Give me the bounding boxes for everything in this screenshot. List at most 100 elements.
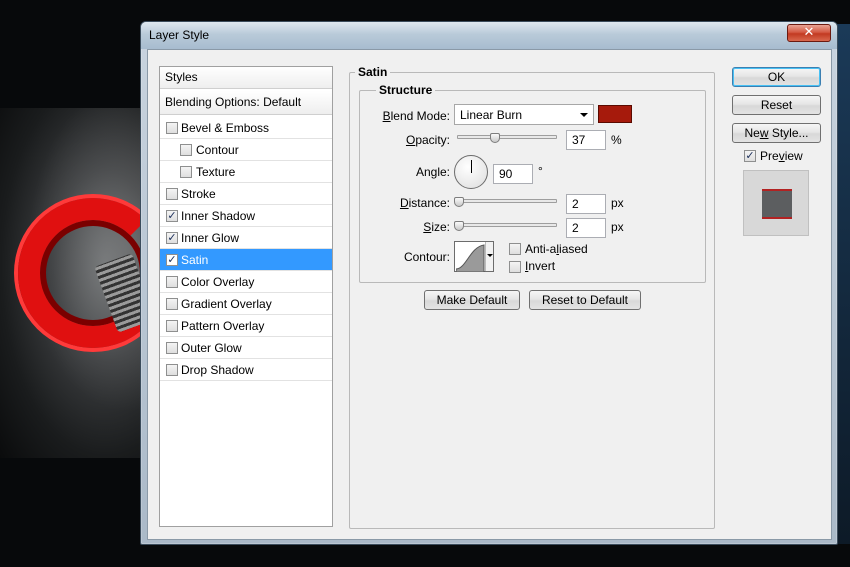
angle-value: 90: [499, 167, 513, 181]
style-item-label: Texture: [196, 165, 236, 179]
distance-slider-thumb[interactable]: [454, 197, 464, 207]
style-item-checkbox[interactable]: [166, 342, 178, 354]
satin-color-swatch[interactable]: [598, 105, 632, 123]
opacity-mnemonic: O: [405, 133, 416, 147]
opacity-unit: %: [611, 133, 622, 147]
size-input[interactable]: 2: [566, 218, 606, 238]
new-style-label-pre: Ne: [744, 126, 760, 140]
angle-needle: [471, 160, 472, 173]
blend-mode-select[interactable]: Linear Burn: [454, 104, 594, 125]
style-item-outer-glow[interactable]: Outer Glow: [160, 337, 332, 359]
distance-slider-track[interactable]: [457, 199, 557, 203]
blending-options-label: Blending Options: Default: [165, 95, 302, 109]
style-item-color-overlay[interactable]: Color Overlay: [160, 271, 332, 293]
style-item-satin[interactable]: ✓ Satin: [160, 249, 332, 271]
style-item-bevel-and-emboss[interactable]: Bevel & Emboss: [160, 117, 332, 139]
style-item-checkbox[interactable]: [166, 122, 178, 134]
style-item-inner-glow[interactable]: ✓ Inner Glow: [160, 227, 332, 249]
size-value: 2: [572, 221, 579, 235]
angle-unit: °: [538, 164, 543, 178]
style-item-label: Color Overlay: [181, 275, 255, 289]
contour-label: Contour:: [403, 250, 450, 264]
size-label: Size:: [368, 220, 450, 234]
ok-button[interactable]: OK: [732, 67, 821, 87]
style-item-checkbox[interactable]: [166, 298, 178, 310]
style-item-checkbox[interactable]: [166, 188, 178, 200]
style-item-gradient-overlay[interactable]: Gradient Overlay: [160, 293, 332, 315]
opacity-slider-thumb[interactable]: [490, 133, 500, 143]
style-item-label: Outer Glow: [181, 341, 242, 355]
preview-label: Preview: [760, 149, 803, 163]
title-bar[interactable]: Layer Style ✕: [141, 22, 837, 49]
style-item-label: Bevel & Emboss: [181, 121, 270, 135]
distance-mnemonic: D: [399, 196, 409, 210]
angle-dial[interactable]: [454, 155, 488, 189]
style-item-label: Contour: [196, 143, 239, 157]
make-default-label: Make Default: [436, 293, 508, 307]
style-preview-thumbnail: [743, 170, 809, 236]
size-slider-track[interactable]: [457, 223, 557, 227]
size-slider-thumb[interactable]: [454, 221, 464, 231]
ok-label: OK: [767, 70, 786, 84]
new-style-mnemonic: w: [759, 126, 769, 140]
contour-picker[interactable]: [454, 241, 494, 272]
preview-label-pre: Pre: [760, 149, 779, 163]
contour-dropdown-arrow[interactable]: [485, 242, 493, 271]
style-item-checkbox[interactable]: [180, 144, 192, 156]
blend-mode-label: Blend Mode:: [368, 109, 450, 123]
styles-list: Styles Blending Options: Default Bevel &…: [159, 66, 333, 527]
new-style-button[interactable]: New Style...: [732, 123, 821, 143]
style-item-checkbox[interactable]: [166, 364, 178, 376]
styles-header-label: Styles: [165, 70, 198, 84]
distance-label: Distance:: [368, 196, 450, 210]
styles-header[interactable]: Styles: [160, 67, 332, 89]
structure-group-title: Structure: [376, 83, 436, 97]
blend-mode-mnemonic: B: [382, 109, 391, 123]
style-item-contour[interactable]: Contour: [160, 139, 332, 161]
style-item-stroke[interactable]: Stroke: [160, 183, 332, 205]
distance-label-text: istance:: [408, 196, 450, 210]
style-item-checkbox[interactable]: ✓: [166, 254, 178, 266]
style-item-checkbox[interactable]: [180, 166, 192, 178]
style-item-texture[interactable]: Texture: [160, 161, 332, 183]
anti-aliased-checkbox[interactable]: [509, 243, 521, 255]
make-default-button[interactable]: Make Default: [424, 290, 520, 310]
style-item-label: Inner Shadow: [181, 209, 256, 223]
invert-checkbox[interactable]: [509, 261, 521, 273]
chevron-down-icon: [580, 113, 588, 117]
style-item-drop-shadow[interactable]: Drop Shadow: [160, 359, 332, 381]
style-item-checkbox[interactable]: ✓: [166, 232, 178, 244]
style-item-pattern-overlay[interactable]: Pattern Overlay: [160, 315, 332, 337]
background-edge: [836, 24, 850, 544]
close-button[interactable]: ✕: [787, 24, 831, 42]
reset-button[interactable]: Reset: [732, 95, 821, 115]
opacity-input[interactable]: 37: [566, 130, 606, 150]
dialog-client-area: Styles Blending Options: Default Bevel &…: [147, 49, 832, 540]
distance-input[interactable]: 2: [566, 194, 606, 214]
reset-to-default-button[interactable]: Reset to Default: [529, 290, 641, 310]
distance-unit: px: [611, 196, 624, 210]
size-label-text: ize:: [431, 220, 450, 234]
reset-to-default-label: Reset to Default: [541, 293, 629, 307]
layer-style-dialog: Layer Style ✕ Styles Blending Options: D…: [140, 21, 838, 545]
size-unit: px: [611, 220, 624, 234]
preview-checkbox[interactable]: ✓: [744, 150, 756, 162]
style-item-label: Gradient Overlay: [181, 297, 272, 311]
close-icon: ✕: [803, 25, 815, 40]
blending-options-item[interactable]: Blending Options: Default: [160, 91, 332, 115]
style-item-checkbox[interactable]: [166, 276, 178, 288]
window-title: Layer Style: [149, 28, 210, 42]
style-item-label: Pattern Overlay: [181, 319, 265, 333]
angle-label: Angle:: [415, 165, 450, 179]
opacity-label-text: pacity:: [415, 133, 450, 147]
style-item-checkbox[interactable]: ✓: [166, 210, 178, 222]
opacity-label: Opacity:: [368, 133, 450, 147]
background-artwork: [0, 108, 168, 458]
contour-curve-icon: [456, 244, 485, 272]
style-item-inner-shadow[interactable]: ✓ Inner Shadow: [160, 205, 332, 227]
opacity-value: 37: [572, 133, 586, 147]
reset-label: Reset: [760, 98, 793, 112]
style-item-checkbox[interactable]: [166, 320, 178, 332]
angle-input[interactable]: 90: [493, 164, 533, 184]
opacity-slider-track[interactable]: [457, 135, 557, 139]
